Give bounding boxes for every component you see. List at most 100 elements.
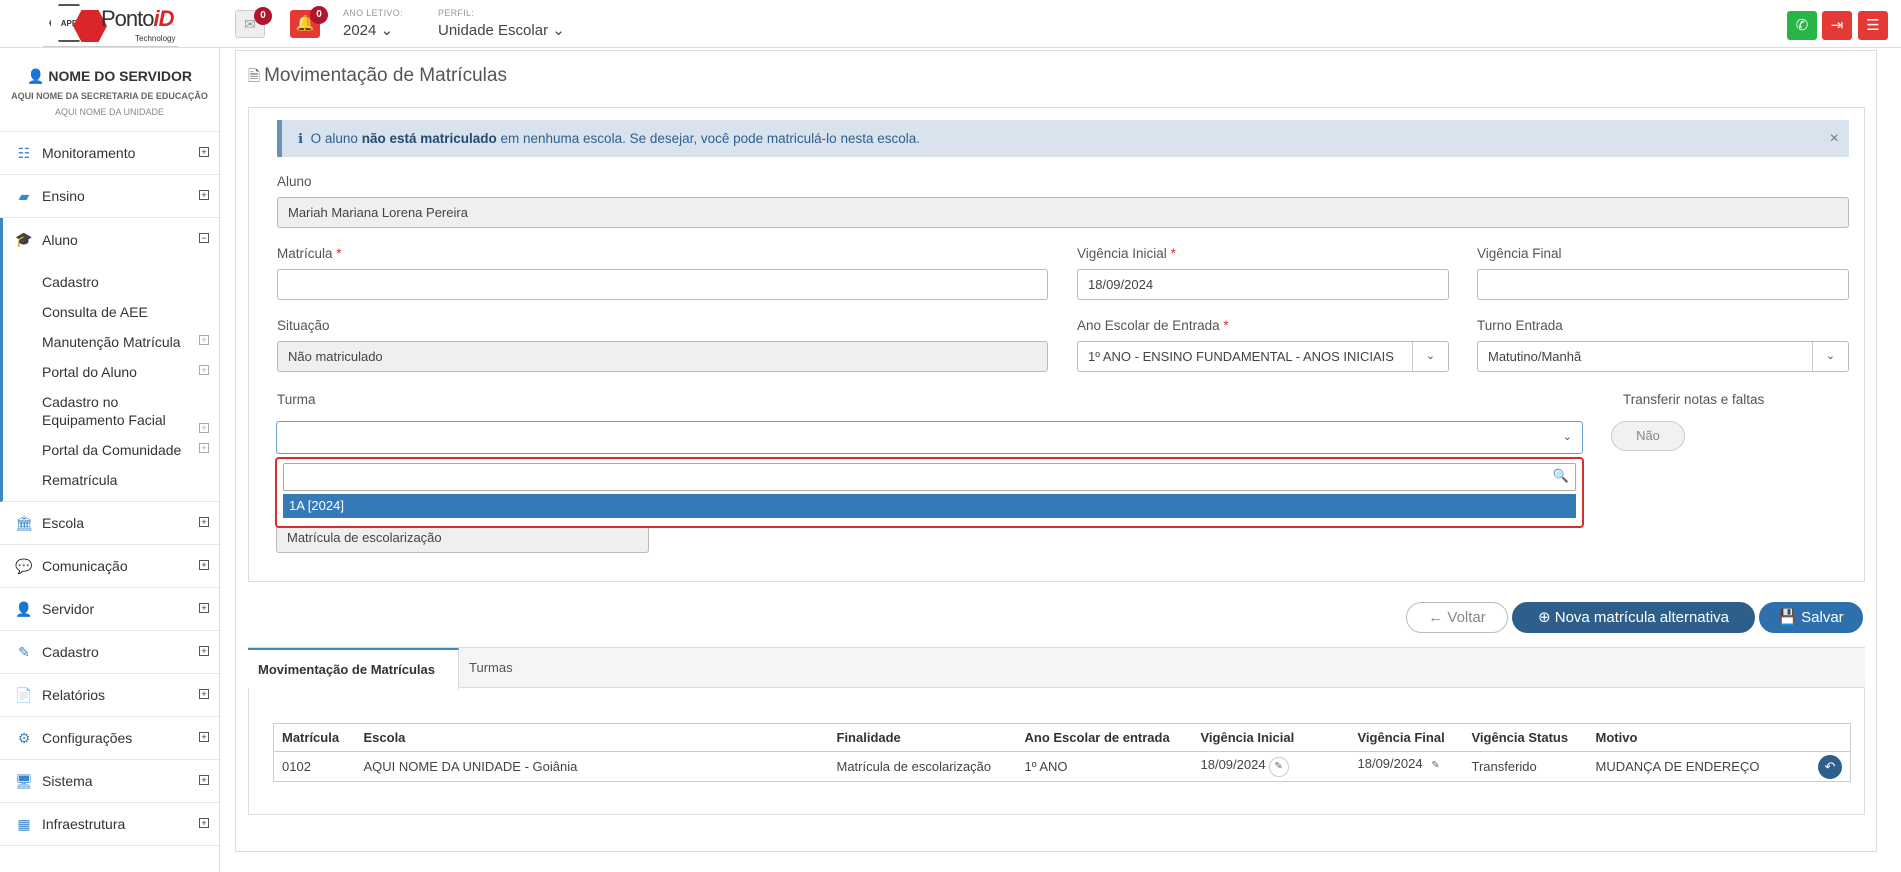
cell-vigencia-final: 18/09/2024 ✎	[1350, 752, 1464, 782]
whatsapp-button[interactable]: ✆	[1787, 11, 1817, 40]
col-escola: Escola	[355, 723, 829, 752]
matricula-label: Matrícula *	[277, 246, 342, 261]
sidebar-item-cadastro[interactable]: ✎ Cadastro +	[0, 631, 219, 674]
table-header-row: Matrícula Escola Finalidade Ano Escolar …	[273, 723, 1851, 752]
turno-select[interactable]: Matutino/Manhã ⌄	[1477, 341, 1849, 372]
expand-icon[interactable]: +	[199, 603, 209, 613]
col-matricula: Matrícula	[273, 723, 356, 752]
expand-icon[interactable]: +	[199, 147, 209, 157]
submenu-item-manutencao-matricula[interactable]: Manutenção Matrícula +	[42, 327, 219, 357]
aluno-label: Aluno	[277, 174, 312, 189]
col-vigencia-inicial: Vigência Inicial	[1192, 723, 1350, 752]
turma-select[interactable]: ⌄	[276, 421, 1583, 454]
cell-motivo: MUDANÇA DE ENDEREÇO	[1595, 759, 1760, 774]
book-icon: ▰	[18, 187, 30, 204]
expand-icon[interactable]: +	[199, 190, 209, 200]
sidebar-item-comunicacao[interactable]: 💬 Comunicação +	[0, 545, 219, 588]
expand-icon[interactable]: +	[199, 818, 209, 828]
notifications-button[interactable]: 🔔 0	[290, 6, 328, 38]
user-name: 👤 NOME DO SERVIDOR	[27, 68, 192, 84]
sidebar-item-infraestrutura[interactable]: ▦ Infraestrutura +	[0, 803, 219, 846]
perfil-selector[interactable]: PERFIL: Unidade Escolar ⌄	[438, 8, 565, 39]
unidade-name: AQUI NOME DA UNIDADE	[54, 107, 164, 117]
submenu-item-cadastro-facial[interactable]: Cadastro no Equipamento Facial +	[42, 387, 219, 435]
col-vigencia-status: Vigência Status	[1463, 723, 1588, 752]
graduation-cap-icon: 🎓	[15, 231, 33, 247]
envelope-button[interactable]: ✉ 0	[235, 7, 272, 38]
expand-icon[interactable]: +	[199, 423, 209, 433]
submenu-item-consulta-aee[interactable]: Consulta de AEE	[42, 297, 219, 327]
col-ano-escolar: Ano Escolar de entrada	[1016, 723, 1193, 752]
user-info: 👤 NOME DO SERVIDOR AQUI NOME DA SECRETAR…	[0, 48, 219, 132]
chevron-down-icon: ⌄	[1562, 431, 1572, 443]
sidebar-item-escola[interactable]: 🏛 Escola +	[0, 502, 219, 545]
notifications-count-badge: 0	[310, 6, 328, 24]
expand-icon[interactable]: +	[199, 443, 209, 453]
main-panel: 🗎 Movimentação de Matrículas ℹ O aluno nã…	[235, 50, 1877, 852]
sidebar-item-relatorios[interactable]: 📄 Relatórios +	[0, 674, 219, 717]
vigencia-final-input[interactable]	[1477, 269, 1849, 300]
ano-letivo-selector[interactable]: ANO LETIVO: 2024 ⌄	[343, 8, 403, 39]
expand-icon[interactable]: +	[199, 689, 209, 699]
logo-brand: PontoiD	[101, 6, 175, 31]
voltar-button[interactable]: ← Voltar	[1406, 602, 1508, 633]
save-icon: 💾	[1778, 609, 1797, 626]
sidebar-item-configuracoes[interactable]: ⚙ Configurações +	[0, 717, 219, 760]
submenu-item-portal-aluno[interactable]: Portal do Aluno +	[42, 357, 219, 387]
turma-option[interactable]: 1A [2024]	[283, 494, 1576, 518]
salvar-button[interactable]: 💾 Salvar	[1759, 602, 1863, 633]
expand-icon[interactable]: +	[199, 335, 209, 345]
aluno-field[interactable]: Mariah Mariana Lorena Pereira	[277, 197, 1849, 228]
situacao-field[interactable]: Não matriculado	[277, 341, 1048, 372]
menu-button[interactable]: ☰	[1858, 11, 1888, 40]
undo-icon[interactable]: ↶	[1818, 754, 1842, 779]
expand-icon[interactable]: +	[199, 646, 209, 656]
nova-matricula-button[interactable]: ⊕ Nova matrícula alternativa	[1512, 602, 1755, 633]
finalidade-field[interactable]: Matrícula de escolarização	[276, 526, 649, 553]
ano-escolar-select[interactable]: 1º ANO - ENSINO FUNDAMENTAL - ANOS INICI…	[1077, 341, 1449, 372]
col-finalidade: Finalidade	[828, 723, 1017, 752]
logo[interactable]: APE PontoiD Technology	[43, 0, 178, 47]
edit-icon: ✎	[18, 643, 30, 660]
top-bar: APE PontoiD Technology ✉ 0 🔔 0 ANO LETIV…	[0, 0, 1901, 48]
close-icon[interactable]: ×	[1830, 120, 1839, 157]
expand-icon[interactable]: +	[199, 560, 209, 570]
submenu-item-portal-comunidade[interactable]: Portal da Comunidade +	[42, 435, 219, 465]
expand-icon[interactable]: +	[199, 775, 209, 785]
tabs: Movimentação de Matrículas Turmas	[248, 647, 1865, 690]
sidebar-item-servidor[interactable]: 👤 Servidor +	[0, 588, 219, 631]
ano-letivo-label: ANO LETIVO:	[343, 8, 403, 18]
turma-label: Turma	[277, 392, 316, 407]
logout-button[interactable]: ⇥	[1822, 11, 1852, 40]
collapse-icon[interactable]: −	[199, 233, 209, 243]
tab-turmas[interactable]: Turmas	[459, 648, 523, 689]
submenu-item-rematricula[interactable]: Rematrícula	[42, 465, 219, 495]
aluno-submenu: Cadastro Consulta de AEE Manutenção Matr…	[0, 261, 219, 502]
sign-out-icon: ⇥	[1830, 17, 1844, 34]
sidebar-item-aluno[interactable]: 🎓 Aluno −	[0, 218, 219, 261]
gear-icon: ⚙	[17, 729, 31, 746]
sidebar-item-monitoramento[interactable]: ☷ Monitoramento +	[0, 132, 219, 175]
sidebar-item-sistema[interactable]: 🖥 Sistema +	[0, 760, 219, 803]
sidebar-item-ensino[interactable]: ▰ Ensino +	[0, 175, 219, 218]
submenu-item-cadastro[interactable]: Cadastro	[42, 267, 219, 297]
edit-icon[interactable]: ✎	[1426, 757, 1446, 777]
transferir-label: Transferir notas e faltas	[1623, 392, 1765, 407]
turno-label: Turno Entrada	[1477, 318, 1563, 333]
perfil-value: Unidade Escolar ⌄	[438, 22, 565, 39]
turma-search-input[interactable]: 🔍	[283, 463, 1576, 491]
edit-icon[interactable]: ✎	[1268, 756, 1289, 777]
expand-icon[interactable]: +	[199, 517, 209, 527]
whatsapp-icon: ✆	[1795, 17, 1809, 34]
matricula-input[interactable]	[277, 269, 1048, 300]
building-icon: ▦	[17, 815, 31, 832]
tab-movimentacao[interactable]: Movimentação de Matrículas	[248, 648, 459, 690]
sidebar: 👤 NOME DO SERVIDOR AQUI NOME DA SECRETAR…	[0, 48, 220, 872]
cell-vigencia-inicial: 18/09/2024 ✎	[1193, 752, 1350, 782]
expand-icon[interactable]: +	[199, 365, 209, 375]
document-icon: 🗎	[248, 68, 261, 85]
transferir-toggle[interactable]: Não	[1611, 421, 1685, 451]
vigencia-final-label: Vigência Final	[1477, 246, 1562, 261]
expand-icon[interactable]: +	[199, 732, 209, 742]
vigencia-inicial-input[interactable]: 18/09/2024	[1077, 269, 1449, 300]
